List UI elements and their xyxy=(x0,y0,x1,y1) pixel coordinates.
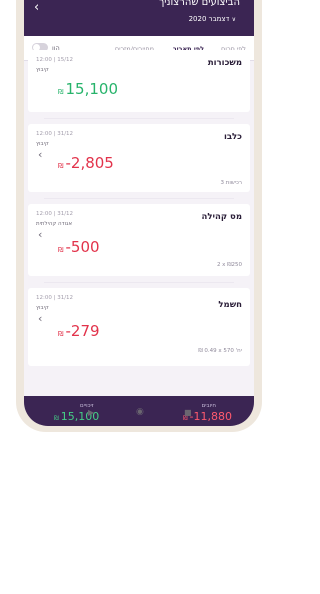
list-item[interactable]: כלבו 12:00 | 31/12 קיבוץ ‹ ₪ -2,805 3 רכי… xyxy=(28,124,250,192)
item-amount: ₪ -2,805 xyxy=(58,154,114,172)
month-selector[interactable]: ∨ דצמבר 2020 xyxy=(189,15,240,23)
list-item[interactable]: משכורות 12:00 | 15/12 קיבוץ ₪ 15,100 xyxy=(28,50,250,112)
item-subtext: 2 x ₪250 xyxy=(216,262,242,268)
chevron-down-icon: ∨ xyxy=(231,16,236,23)
chevron-left-icon[interactable]: ‹ xyxy=(38,312,42,325)
item-title: משכורות xyxy=(207,58,242,68)
item-title: כלבו xyxy=(223,132,242,142)
home-nav-icon[interactable]: ◉ xyxy=(136,407,144,417)
app-screen: ‹ הביצועים שהרצוניך ∨ דצמבר 2020 לפי סכו… xyxy=(24,0,254,426)
header: ‹ הביצועים שהרצוניך ∨ דצמבר 2020 xyxy=(24,0,254,36)
item-amount: ₪ 15,100 xyxy=(58,80,118,98)
chevron-left-icon[interactable]: ‹ xyxy=(38,228,42,241)
page-title: הביצועים שהרצוניך xyxy=(158,0,240,8)
item-tag: קיבוץ xyxy=(36,67,49,73)
item-time: 12:00 | 15/12 xyxy=(36,57,74,63)
list-item[interactable]: מס קהילה 12:00 | 31/12 אגודה קהילתית ‹ ₪… xyxy=(28,204,250,276)
divider xyxy=(44,282,234,283)
recents-nav-icon[interactable]: ■ xyxy=(184,408,192,417)
divider xyxy=(44,118,234,119)
item-time: 12:00 | 31/12 xyxy=(36,295,74,301)
back-nav-icon[interactable]: ▶ xyxy=(88,408,94,417)
back-chevron-icon[interactable]: ‹ xyxy=(34,0,39,15)
item-amount: ₪ -500 xyxy=(58,238,100,256)
item-tag: קיבוץ xyxy=(36,141,49,147)
item-subtext: 3 רכישות xyxy=(220,180,242,186)
item-tag: אגודה קהילתית xyxy=(36,221,73,227)
item-title: מס קהילה xyxy=(201,212,242,222)
divider xyxy=(44,198,234,199)
chevron-left-icon[interactable]: ‹ xyxy=(38,148,42,161)
list-item[interactable]: חשמל 12:00 | 31/12 קיבוץ ‹ ₪ -279 ₪ 0.49 … xyxy=(28,288,250,366)
item-amount: ₪ -279 xyxy=(58,322,100,340)
item-time: 12:00 | 31/12 xyxy=(36,131,74,137)
month-label: דצמבר 2020 xyxy=(188,15,230,23)
item-subtext: ₪ 0.49 x יח' 570 xyxy=(198,348,242,354)
item-time: 12:00 | 31/12 xyxy=(36,211,74,217)
item-title: חשמל xyxy=(218,300,242,310)
item-tag: קיבוץ xyxy=(36,305,49,311)
android-nav-bar: ▶ ◉ ■ xyxy=(40,400,238,428)
